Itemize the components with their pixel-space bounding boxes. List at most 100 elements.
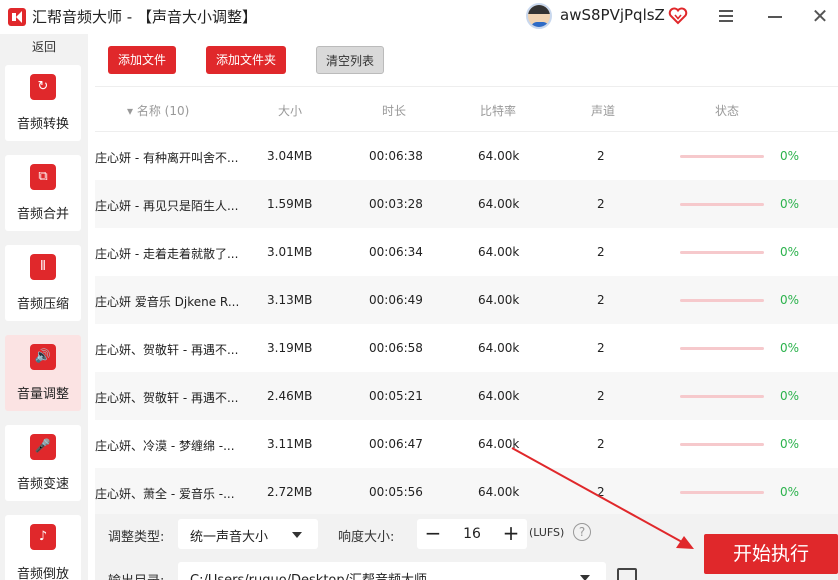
file-channels: 2: [597, 485, 605, 499]
adjust-type-select[interactable]: 统一声音大小: [178, 519, 318, 549]
chevron-down-icon: [292, 532, 302, 538]
status-text: 0%: [780, 389, 800, 403]
file-bitrate: 64.00k: [478, 293, 520, 307]
output-dir-select[interactable]: C:/Users/ruguo/Desktop/汇帮音频大师: [178, 562, 606, 580]
toolbar: 添加文件 添加文件夹 清空列表: [95, 34, 838, 86]
loudness-label: 响度大小:: [338, 530, 395, 545]
table-row[interactable]: 庄心妍 - 有种离开叫舍不... 3.04MB 00:06:38 64.00k 2 0%: [95, 132, 838, 180]
table-row[interactable]: 庄心妍、贺敬轩 - 再遇不... 2.46MB 00:05:21 64.00k 2 0%: [95, 372, 838, 420]
menu-icon[interactable]: [711, 4, 741, 28]
loudness-stepper: − +: [417, 519, 527, 549]
table-row[interactable]: 庄心妍、贺敬轩 - 再遇不... 3.19MB 00:06:58 64.00k 2 0%: [95, 324, 838, 372]
file-channels: 2: [597, 341, 605, 355]
output-dir-value: C:/Users/ruguo/Desktop/汇帮音频大师: [190, 569, 427, 580]
menu-line: [719, 20, 733, 22]
file-bitrate: 64.00k: [478, 149, 520, 163]
status-text: 0%: [780, 341, 800, 355]
table-row[interactable]: 庄心妍 - 走着走着就散了... 3.01MB 00:06:34 64.00k 2 0%: [95, 228, 838, 276]
file-bitrate: 64.00k: [478, 245, 520, 259]
add-folder-button[interactable]: 添加文件夹: [206, 46, 286, 74]
file-bitrate: 64.00k: [478, 485, 520, 499]
username[interactable]: awS8PVjPqlsZ: [560, 6, 665, 24]
file-duration: 00:06:47: [369, 437, 423, 451]
music-note-icon: ♪: [30, 524, 56, 550]
loudness-input[interactable]: [447, 523, 497, 545]
file-duration: 00:05:21: [369, 389, 423, 403]
status-text: 0%: [780, 437, 800, 451]
vip-heart-icon[interactable]: [668, 6, 688, 26]
file-size: 1.59MB: [267, 197, 313, 211]
start-button[interactable]: 开始执行: [704, 534, 838, 574]
file-size: 3.19MB: [267, 341, 313, 355]
table-header: ▾ 名称 (10) 大小 时长 比特率 声道 状态: [95, 86, 838, 132]
header-channels: 声道: [591, 104, 616, 118]
menu-line: [719, 15, 733, 17]
sidebar-item-label: 音频合并: [16, 207, 69, 222]
table-row[interactable]: 庄心妍 - 再见只是陌生人... 1.59MB 00:03:28 64.00k 2 0%: [95, 180, 838, 228]
sidebar-item-volume-adjust[interactable]: 🔊 音量调整: [5, 335, 81, 411]
file-duration: 00:05:56: [369, 485, 423, 499]
add-file-button[interactable]: 添加文件: [108, 46, 176, 74]
close-icon[interactable]: ✕: [805, 4, 835, 28]
sidebar-item-audio-convert[interactable]: ↻ 音频转换: [5, 65, 81, 141]
back-link[interactable]: 返回: [0, 38, 88, 55]
file-duration: 00:06:34: [369, 245, 423, 259]
app-title: 汇帮音频大师 - 【声音大小调整】: [32, 8, 257, 26]
header-name[interactable]: ▾ 名称 (10): [127, 102, 189, 119]
header-status: 状态: [715, 104, 740, 118]
sidebar-item-audio-speed[interactable]: 🎤 音频变速: [5, 425, 81, 501]
sidebar-item-label: 音频倒放: [16, 567, 69, 580]
menu-line: [719, 10, 733, 12]
file-channels: 2: [597, 437, 605, 451]
help-icon[interactable]: ?: [573, 523, 591, 541]
audio-merge-icon: ⧉: [30, 164, 56, 190]
sidebar-item-label: 音频转换: [16, 117, 69, 132]
progress-bar: [680, 251, 764, 254]
progress-bar: [680, 299, 764, 302]
status-text: 0%: [780, 197, 800, 211]
file-size: 2.46MB: [267, 389, 313, 403]
audio-compress-icon: ⦀: [30, 254, 56, 280]
header-size: 大小: [278, 104, 303, 118]
clear-list-button[interactable]: 清空列表: [316, 46, 384, 74]
file-size: 3.11MB: [267, 437, 313, 451]
avatar-hair: [528, 5, 550, 14]
sidebar-item-audio-reverse[interactable]: ♪ 音频倒放: [5, 515, 81, 580]
settings-panel: 调整类型: 统一声音大小 响度大小: − + (LUFS) ? 输出目录: C:…: [95, 514, 838, 580]
file-name: 庄心妍、冷漠 - 梦缠绵 -...: [95, 439, 235, 453]
file-bitrate: 64.00k: [478, 437, 520, 451]
file-size: 3.04MB: [267, 149, 313, 163]
file-channels: 2: [597, 389, 605, 403]
header-bitrate: 比特率: [480, 104, 517, 118]
status-text: 0%: [780, 245, 800, 259]
file-table: ▾ 名称 (10) 大小 时长 比特率 声道 状态 庄心妍 - 有种离开叫舍不.…: [95, 86, 838, 514]
audio-convert-icon: ↻: [30, 74, 56, 100]
volume-icon: 🔊: [30, 344, 56, 370]
file-bitrate: 64.00k: [478, 197, 520, 211]
decrement-button[interactable]: −: [423, 520, 443, 546]
minimize-line: [768, 16, 782, 18]
file-name: 庄心妍 - 有种离开叫舍不...: [95, 151, 239, 165]
file-bitrate: 64.00k: [478, 341, 520, 355]
microphone-icon: 🎤: [30, 434, 56, 460]
title-bar: 汇帮音频大师 - 【声音大小调整】 awS8PVjPqlsZ ✕: [0, 0, 838, 34]
status-text: 0%: [780, 149, 800, 163]
sidebar-item-audio-merge[interactable]: ⧉ 音频合并: [5, 155, 81, 231]
file-channels: 2: [597, 293, 605, 307]
file-bitrate: 64.00k: [478, 389, 520, 403]
user-avatar[interactable]: [526, 3, 552, 29]
progress-bar: [680, 491, 764, 494]
file-size: 3.01MB: [267, 245, 313, 259]
table-row[interactable]: 庄心妍、冷漠 - 梦缠绵 -... 3.11MB 00:06:47 64.00k 2 0%: [95, 420, 838, 468]
minimize-icon[interactable]: [760, 4, 790, 28]
file-name: 庄心妍 - 走着走着就散了...: [95, 247, 239, 261]
status-text: 0%: [780, 485, 800, 499]
table-row[interactable]: 庄心妍、萧全 - 爱音乐 -... 2.72MB 00:05:56 64.00k 2 0%: [95, 468, 838, 514]
increment-button[interactable]: +: [501, 520, 521, 546]
sidebar-item-audio-compress[interactable]: ⦀ 音频压缩: [5, 245, 81, 321]
table-row[interactable]: 庄心妍 爱音乐 Djkene R... 3.13MB 00:06:49 64.00k 2…: [95, 276, 838, 324]
folder-icon[interactable]: [617, 568, 637, 580]
progress-bar: [680, 395, 764, 398]
file-channels: 2: [597, 149, 605, 163]
adjust-type-value: 统一声音大小: [190, 530, 269, 545]
